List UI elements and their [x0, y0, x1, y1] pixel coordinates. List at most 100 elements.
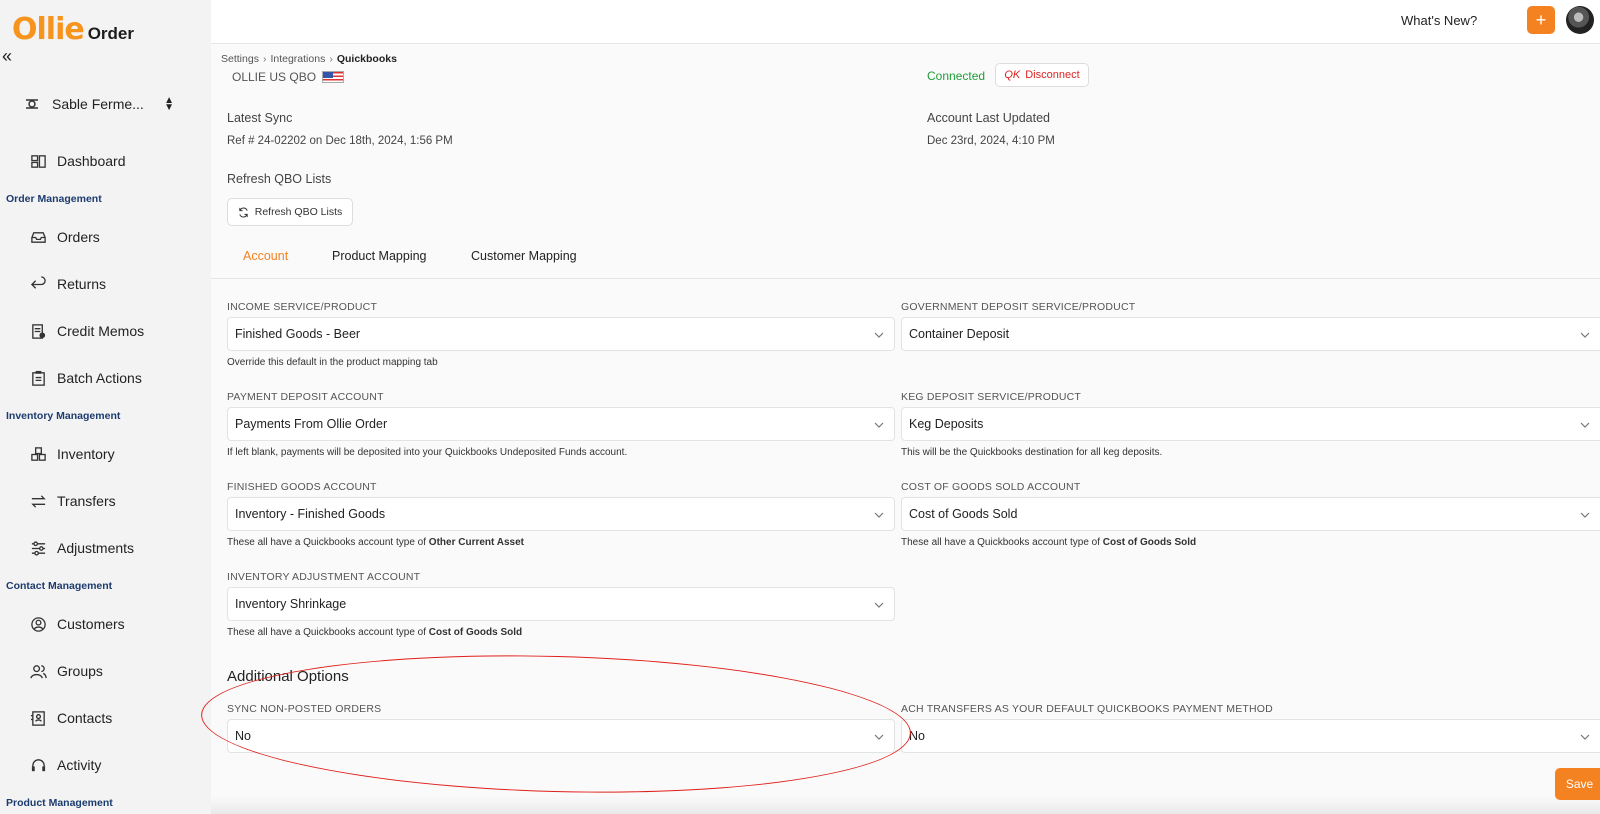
add-button[interactable]: +	[1527, 6, 1555, 34]
inbox-icon	[31, 231, 46, 243]
sidebar-item-batch-actions[interactable]: Batch Actions	[30, 366, 142, 390]
section-inventory-management: Inventory Management	[6, 410, 121, 422]
latest-sync-value: Ref # 24-02202 on Dec 18th, 2024, 1:56 P…	[227, 135, 453, 147]
ach-default-value: No	[909, 729, 925, 743]
chevron-down-icon	[874, 734, 884, 740]
sidebar-item-label: Inventory	[57, 446, 115, 462]
qbo-company-name: OLLIE US QBO	[232, 70, 317, 84]
sidebar-item-contacts[interactable]: Contacts	[30, 706, 112, 730]
payment-deposit-label: PAYMENT DEPOSIT ACCOUNT	[227, 391, 384, 403]
finished-goods-label: FINISHED GOODS ACCOUNT	[227, 481, 377, 493]
brand-logo[interactable]: Ollie Order	[12, 12, 134, 47]
sidebar-item-label: Orders	[57, 229, 100, 245]
breadcrumb-quickbooks: Quickbooks	[336, 53, 397, 65]
us-flag-icon	[322, 71, 345, 83]
account-updated-value: Dec 23rd, 2024, 4:10 PM	[927, 135, 1055, 147]
save-button[interactable]: Save	[1555, 768, 1600, 800]
sidebar-item-dashboard[interactable]: Dashboard	[30, 149, 126, 173]
sidebar-item-groups[interactable]: Groups	[30, 659, 103, 683]
sidebar-item-activity[interactable]: Activity	[30, 753, 101, 777]
sidebar-item-orders[interactable]: Orders	[30, 225, 100, 249]
cogs-label: COST OF GOODS SOLD ACCOUNT	[901, 481, 1081, 493]
inventory-adjustment-select[interactable]: Inventory Shrinkage	[227, 587, 895, 621]
sidebar-item-label: Groups	[57, 663, 103, 679]
account-updated-label: Account Last Updated	[927, 111, 1050, 125]
inventory-adjustment-label: INVENTORY ADJUSTMENT ACCOUNT	[227, 571, 421, 583]
chevron-down-icon	[1580, 332, 1590, 338]
sidebar-item-label: Adjustments	[57, 540, 135, 556]
payment-deposit-select[interactable]: Payments From Ollie Order	[227, 407, 895, 441]
sidebar-item-returns[interactable]: Returns	[30, 272, 106, 296]
latest-sync-label: Latest Sync	[227, 111, 293, 125]
hint-account-type: Cost of Goods Sold	[1102, 537, 1197, 548]
finished-goods-select[interactable]: Inventory - Finished Goods	[227, 497, 895, 531]
ach-default-select[interactable]: No	[901, 719, 1600, 753]
keg-deposit-label: KEG DEPOSIT SERVICE/PRODUCT	[901, 391, 1082, 403]
refresh-button-label: Refresh QBO Lists	[254, 206, 343, 218]
sidebar-item-label: Credit Memos	[57, 323, 145, 339]
hint-text: These all have a Quickbooks account type…	[901, 537, 1103, 548]
gov-deposit-label: GOVERNMENT DEPOSIT SERVICE/PRODUCT	[901, 301, 1136, 313]
hint-account-type: Other Current Asset	[428, 537, 525, 548]
inventory-adjustment-hint: These all have a Quickbooks account type…	[227, 627, 522, 638]
refresh-lists-label: Refresh QBO Lists	[227, 172, 332, 186]
sidebar-item-adjustments[interactable]: Adjustments	[30, 536, 134, 560]
sidebar-item-customers[interactable]: Customers	[30, 612, 125, 636]
sidebar-item-credit-memos[interactable]: Credit Memos	[30, 319, 144, 343]
breadcrumb-integrations[interactable]: Integrations	[270, 53, 325, 65]
gov-deposit-select[interactable]: Container Deposit	[901, 317, 1600, 351]
org-switcher[interactable]: Sable Ferme... ▲ ▼	[24, 92, 174, 116]
sidebar-item-label: Contacts	[57, 710, 113, 726]
users-icon	[30, 664, 47, 678]
finished-goods-value: Inventory - Finished Goods	[235, 507, 386, 521]
brand-name-secondary: Order	[87, 24, 134, 43]
refresh-qbo-lists-button[interactable]: Refresh QBO Lists	[227, 198, 353, 226]
ach-default-label: ACH TRANSFERS AS YOUR DEFAULT QUICKBOOKS…	[901, 703, 1273, 715]
keg-deposit-select[interactable]: Keg Deposits	[901, 407, 1600, 441]
income-hint: Override this default in the product map…	[227, 357, 438, 368]
chevron-down-icon	[1580, 734, 1590, 740]
income-label: INCOME SERVICE/PRODUCT	[227, 301, 378, 313]
inventory-adjustment-value: Inventory Shrinkage	[235, 597, 347, 611]
sidebar-item-label: Dashboard	[57, 153, 126, 169]
sidebar-item-label: Transfers	[57, 493, 116, 509]
connection-status: Connected	[927, 69, 986, 83]
quickbooks-icon: QK	[1004, 69, 1021, 81]
brand-name-primary: Ollie	[12, 12, 85, 47]
section-order-management: Order Management	[6, 193, 102, 205]
contact-card-icon	[30, 710, 45, 726]
sync-non-posted-select[interactable]: No	[227, 719, 895, 753]
org-name: Sable Ferme...	[52, 96, 144, 112]
sidebar-item-label: Batch Actions	[57, 370, 142, 386]
income-select[interactable]: Finished Goods - Beer	[227, 317, 895, 351]
headset-icon	[31, 758, 46, 771]
additional-options-title: Additional Options	[227, 668, 349, 685]
sidebar-item-label: Customers	[57, 616, 125, 632]
disconnect-button[interactable]: QK Disconnect	[995, 63, 1089, 87]
payment-deposit-hint: If left blank, payments will be deposite…	[227, 447, 628, 458]
chevron-down-icon	[874, 602, 884, 608]
sidebar-item-transfers[interactable]: Transfers	[30, 489, 116, 513]
chevron-down-icon	[1580, 512, 1590, 518]
refresh-icon	[239, 207, 248, 217]
income-value: Finished Goods - Beer	[235, 327, 361, 341]
tab-product-mapping[interactable]: Product Mapping	[332, 249, 427, 263]
user-avatar[interactable]	[1566, 6, 1594, 34]
section-product-management: Product Management	[6, 797, 113, 809]
sidebar: Ollie Order « Sable Ferme... ▲ ▼ Dashboar…	[0, 0, 211, 814]
sidebar-item-inventory[interactable]: Inventory	[30, 442, 115, 466]
cogs-select[interactable]: Cost of Goods Sold	[901, 497, 1600, 531]
credit-memo-icon	[32, 323, 46, 339]
sliders-icon	[31, 540, 46, 556]
whats-new-link[interactable]: What's New?	[1401, 13, 1477, 28]
breadcrumb-settings[interactable]: Settings	[221, 53, 259, 65]
collapse-sidebar-icon[interactable]: «	[2, 46, 12, 67]
tab-customer-mapping[interactable]: Customer Mapping	[471, 249, 577, 263]
cogs-hint: These all have a Quickbooks account type…	[901, 537, 1196, 548]
chevron-right-icon: ›	[262, 53, 267, 65]
return-arrow-icon	[30, 275, 46, 289]
breadcrumb: Settings › Integrations › Quickbooks	[221, 53, 397, 65]
tab-account[interactable]: Account	[243, 249, 288, 263]
chevron-down-icon	[874, 332, 884, 338]
qbo-company: OLLIE US QBO	[232, 70, 345, 84]
